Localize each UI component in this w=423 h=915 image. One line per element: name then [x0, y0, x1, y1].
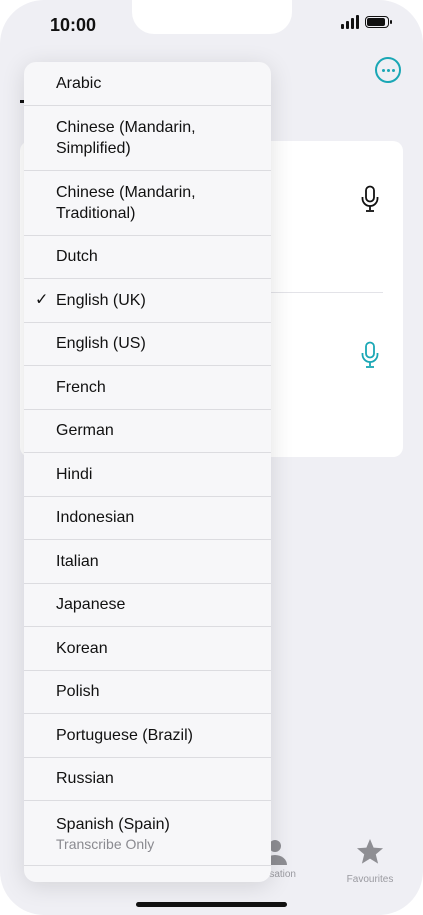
menu-item-label: Hindi — [56, 465, 93, 483]
menu-item-language[interactable]: Portuguese (Brazil) — [24, 714, 271, 758]
home-indicator[interactable] — [136, 902, 287, 907]
star-icon — [357, 839, 383, 864]
menu-item-label: Russian — [56, 770, 114, 788]
menu-item-label: English (UK) — [56, 291, 146, 309]
checkmark-icon: ✓ — [35, 291, 49, 309]
notch — [132, 0, 292, 34]
microphone-icon[interactable] — [360, 341, 380, 369]
menu-item-language[interactable]: Arabic — [24, 62, 271, 106]
menu-item-language[interactable]: Chinese (Mandarin, Simplified) — [24, 106, 271, 171]
menu-item-language[interactable]: Japanese — [24, 584, 271, 627]
menu-item-label: Spanish (Spain) — [56, 815, 170, 833]
menu-item-label: Chinese (Mandarin, Traditional) — [56, 183, 196, 222]
battery-icon — [365, 16, 392, 28]
menu-item-language[interactable]: Russian — [24, 758, 271, 801]
menu-item-language[interactable]: Indonesian — [24, 497, 271, 540]
menu-item-label: Chinese (Mandarin, Simplified) — [56, 118, 196, 157]
menu-item-language[interactable]: Korean — [24, 627, 271, 671]
menu-item-language[interactable]: French — [24, 366, 271, 410]
menu-item-label: Italian — [56, 552, 99, 570]
card-divider — [270, 292, 383, 293]
menu-item-label: French — [56, 378, 106, 396]
menu-item-language[interactable]: Chinese (Mandarin, Traditional) — [24, 171, 271, 236]
menu-item-language[interactable]: German — [24, 410, 271, 453]
menu-item-label: Indonesian — [56, 509, 135, 527]
tab-bar: sation Favourites — [250, 838, 423, 888]
menu-item-label: Dutch — [56, 248, 98, 266]
status-time: 10:00 — [50, 15, 97, 35]
menu-item-label: Korean — [56, 639, 108, 657]
tab-favourites-label: Favourites — [346, 874, 394, 885]
menu-item-label: German — [56, 422, 114, 440]
menu-item-label: Arabic — [56, 74, 102, 92]
menu-item-language[interactable]: Italian — [24, 540, 271, 584]
language-menu: Arabic Chinese (Mandarin, Simplified) Chin… — [24, 62, 271, 882]
menu-item-language[interactable]: Polish — [24, 671, 271, 714]
microphone-icon[interactable] — [360, 185, 380, 213]
phone-screen: 10:00 sation Favourites Arabic Chinese (… — [0, 0, 423, 915]
menu-item-language[interactable]: ✓ English (UK) — [24, 279, 271, 323]
menu-item-label: English (US) — [56, 335, 146, 353]
menu-item-label: Portuguese (Brazil) — [56, 726, 193, 744]
menu-item-sublabel: Transcribe Only — [56, 835, 155, 852]
menu-item-language[interactable]: Spanish (Spain) Transcribe Only — [24, 801, 271, 866]
menu-item-language[interactable]: Dutch — [24, 236, 271, 279]
menu-item-label: Japanese — [56, 596, 126, 614]
cellular-signal-icon — [341, 15, 359, 29]
menu-item-language[interactable]: Hindi — [24, 453, 271, 497]
menu-item-label: Polish — [56, 683, 100, 701]
tab-favourites[interactable]: Favourites — [340, 838, 400, 885]
menu-item-language[interactable]: English (US) — [24, 323, 271, 366]
status-icons — [341, 15, 392, 29]
more-options-button[interactable] — [375, 57, 401, 83]
